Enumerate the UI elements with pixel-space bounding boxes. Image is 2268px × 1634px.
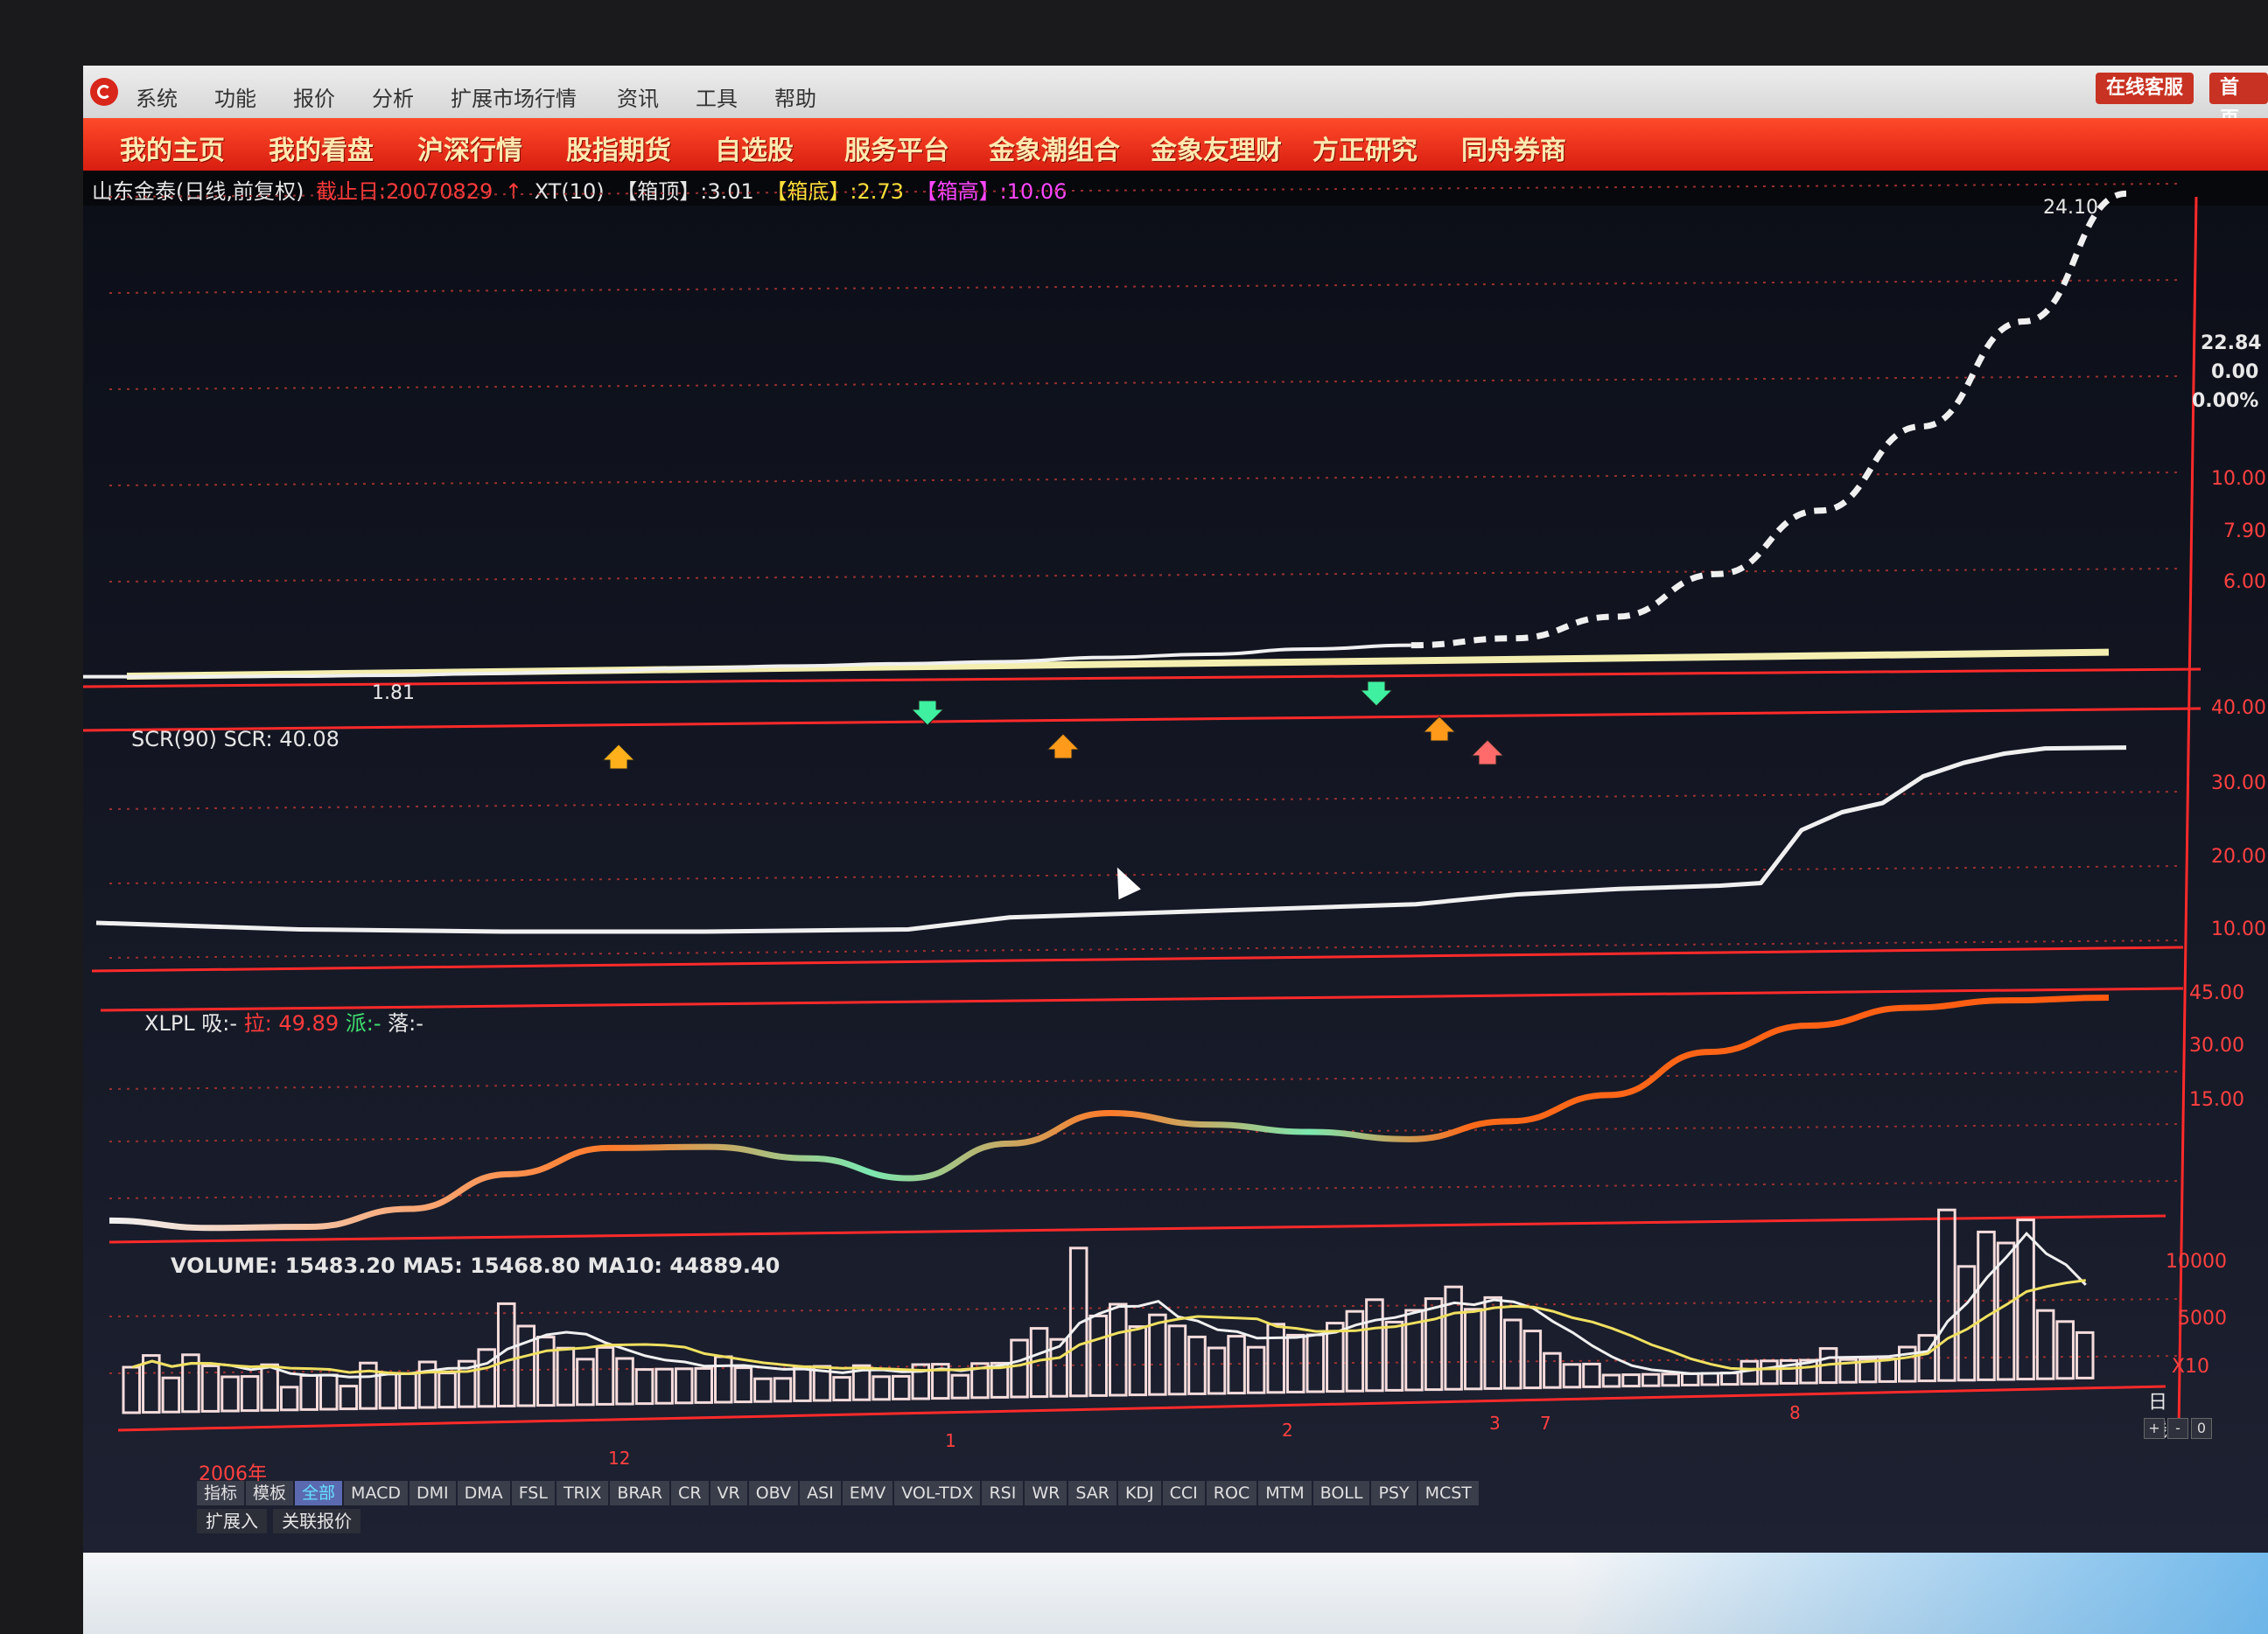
month-label: 2 [1282,1420,1293,1441]
indicator-tabs: 指标 模板 全部 MACD DMI DMA FSL TRIX BRAR CR VR OBV ASI EMV… [197,1481,1480,1507]
indicator-tab[interactable]: WR [1025,1481,1068,1505]
low-price-tag: 1.81 [372,682,415,704]
indicator-tab[interactable]: EMV [842,1481,893,1505]
app-window: 系统 功能 报价 分析 扩展市场行情 资讯 工具 帮助 在线客服 首页 我的主页… [83,66,2268,1634]
related-quote-button[interactable]: 关联报价 [273,1509,361,1533]
volume-unit: X10 [2171,1356,2209,1378]
indicator-tab[interactable]: 指标 [197,1481,245,1505]
zoom-out-button[interactable]: - [2167,1418,2188,1439]
volume-label: VOLUME: 15483.20 MA5: 15468.80 MA10: 448… [171,1253,780,1278]
indicator-tab[interactable]: MCST [1418,1481,1479,1505]
volume-axis-2: 5000 [2178,1308,2227,1330]
side-value-1: 22.84 [2201,332,2262,354]
month-label: 7 [1540,1413,1551,1434]
taskbar-highlight [1571,1553,2268,1634]
xlpl-pai: 派:- [345,1011,382,1036]
xlpl-label: XLPL 吸:- 拉: 49.89 派:- 落:- [144,1006,424,1037]
indicator-tab[interactable]: VOL-TDX [894,1481,981,1505]
price-axis-3: 6.00 [2223,571,2266,593]
indicator-tab[interactable]: ROC [1206,1481,1257,1505]
chart-area[interactable] [83,66,2268,1553]
xlpl-axis-3: 15.00 [2189,1089,2244,1111]
scr-label: SCR(90) SCR: 40.08 [131,727,340,751]
xlpl-luo: 落:- [388,1011,424,1036]
indicator-tab[interactable]: OBV [748,1481,799,1505]
month-label: 12 [608,1448,631,1469]
indicator-tab[interactable]: RSI [982,1481,1024,1505]
indicator-tab[interactable]: SAR [1068,1481,1116,1505]
chart-background [83,206,2268,1553]
expand-button[interactable]: 扩展入 [197,1509,267,1533]
grid-line [108,183,2184,198]
indicator-tab[interactable]: CR [671,1481,709,1505]
xlpl-axis-2: 30.00 [2189,1035,2244,1057]
high-price-tag: 24.10 [2043,197,2098,219]
scr-axis-2: 30.00 [2211,772,2266,794]
volume-axis-1: 10000 [2166,1251,2227,1273]
indicator-tab[interactable]: KDJ [1117,1481,1161,1505]
xlpl-axis-1: 45.00 [2189,982,2244,1004]
reset-button[interactable]: 0 [2191,1418,2212,1439]
scr-axis-4: 10.00 [2211,918,2266,940]
scr-axis-3: 20.00 [2211,846,2266,868]
indicator-tab[interactable]: VR [710,1481,747,1505]
indicator-tab[interactable]: MTM [1258,1481,1312,1505]
price-axis-2: 7.90 [2223,520,2266,542]
scr-axis-1: 40.00 [2211,697,2266,719]
indicator-tab[interactable]: BRAR [610,1481,670,1505]
indicator-tab[interactable]: ASI [800,1481,841,1505]
xlpl-prefix: XLPL 吸:- [144,1011,238,1036]
side-value-3: 0.00% [2192,390,2259,412]
month-label: 1 [945,1430,956,1451]
indicator-tab[interactable]: TRIX [556,1481,609,1505]
bottom-buttons: 扩展入 关联报价 [197,1509,362,1533]
zoom-in-button[interactable]: + [2144,1418,2165,1439]
taskbar [83,1553,2268,1634]
indicator-tab[interactable]: MACD [344,1481,409,1505]
price-axis-1: 10.00 [2211,468,2266,490]
indicator-tab[interactable]: DMA [457,1481,510,1505]
indicator-tab[interactable]: FSL [511,1481,555,1505]
indicator-tab[interactable]: DMI [410,1481,456,1505]
indicator-tab[interactable]: PSY [1371,1481,1417,1505]
indicator-tab[interactable]: CCI [1162,1481,1205,1505]
indicator-tab[interactable]: 全部 [295,1481,343,1505]
month-label: 3 [1489,1413,1501,1434]
side-value-2: 0.00 [2211,361,2259,383]
month-label: 8 [1789,1402,1801,1423]
xlpl-la: 拉: 49.89 [243,1011,340,1036]
indicator-tab[interactable]: BOLL [1312,1481,1370,1505]
indicator-tab[interactable]: 模板 [246,1481,294,1505]
